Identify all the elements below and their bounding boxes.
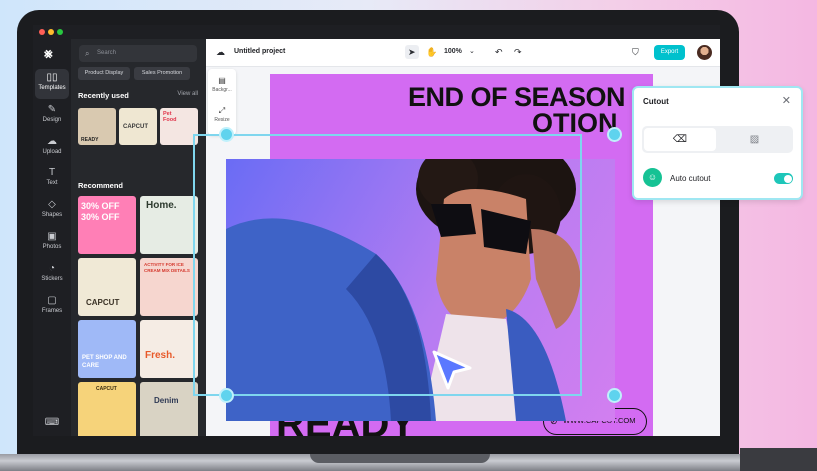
keyboard-icon: ⌨: [44, 417, 60, 428]
recent-thumb-1[interactable]: READY: [78, 108, 116, 145]
maximize-window-button[interactable]: [57, 29, 63, 35]
rail-item-text[interactable]: T Text: [35, 164, 69, 194]
canvas-headline[interactable]: END OF SEASON: [408, 84, 626, 111]
cutout-panel: Cutout ✕ ⌫ ▨ ☺ Auto cutout: [632, 86, 803, 200]
rail-item-stickers[interactable]: ◔ Stickers: [35, 260, 69, 290]
editor-top-bar: ☁ Untitled project ➤ ✋ 100% ⌄ ↶ ↷ ⛉ Expo…: [206, 39, 720, 67]
text-icon: T: [48, 167, 56, 178]
zoom-select[interactable]: 100%: [444, 45, 462, 59]
shapes-icon: ◇: [48, 199, 56, 210]
view-all-link[interactable]: View all: [177, 91, 198, 97]
resize-handle-top-right[interactable]: [607, 127, 622, 142]
canvas-tools: ▤ Backgr... ⤢ Resize: [208, 69, 236, 135]
resize-icon: ⤢: [218, 106, 226, 115]
frames-icon: ▢: [47, 295, 57, 306]
window-titlebar: [33, 25, 720, 39]
redo-icon[interactable]: ↷: [514, 45, 522, 59]
cloud-icon[interactable]: ☁: [216, 45, 225, 59]
resize-handle-bottom-right[interactable]: [607, 388, 622, 403]
templates-icon: ▯▯: [46, 72, 58, 83]
rail-item-photos[interactable]: ▣ Photos: [35, 228, 69, 258]
template-thumb-4[interactable]: ACTIVITY FOR ICE CREAM MIX DETAILS: [140, 258, 198, 316]
upload-icon: ☁: [47, 136, 57, 147]
template-thumb-3[interactable]: CAPCUT: [78, 258, 136, 316]
selection-frame[interactable]: [193, 134, 582, 396]
resize-handle-bottom-left[interactable]: [219, 388, 234, 403]
pointer-icon[interactable]: ➤: [405, 45, 419, 59]
stickers-icon: ◔: [48, 263, 56, 274]
background-tool[interactable]: ▤ Backgr...: [208, 75, 236, 93]
side-rail: ⨳ ▯▯ Templates ✎ Design ☁ Upload T Text …: [33, 39, 71, 436]
template-thumb-8[interactable]: Denim: [140, 382, 198, 436]
template-thumb-5[interactable]: PET SHOP AND CARE: [78, 320, 136, 378]
canvas-headline-line2[interactable]: OTION: [532, 110, 618, 137]
undo-icon[interactable]: ↶: [495, 45, 503, 59]
cutout-mode-toggle: ⌫ ▨: [642, 126, 793, 153]
rail-item-upload[interactable]: ☁ Upload: [35, 133, 69, 163]
background-icon: ▤: [218, 76, 226, 85]
mouse-cursor-icon: [432, 350, 472, 390]
design-icon: ✎: [47, 104, 57, 115]
laptop-base-edge: [740, 448, 817, 471]
templates-panel: ⌕ Search Product Display Sales Promotion…: [71, 39, 206, 436]
eraser-icon[interactable]: ⌫: [644, 128, 716, 151]
resize-handle-top-left[interactable]: [219, 127, 234, 142]
close-window-button[interactable]: [39, 29, 45, 35]
auto-cutout-label: Auto cutout: [670, 174, 711, 183]
chevron-down-icon[interactable]: ⌄: [469, 45, 475, 59]
template-thumb-1[interactable]: 30% OFF 30% OFF: [78, 196, 136, 254]
chip-product-display[interactable]: Product Display: [78, 67, 130, 80]
shield-icon[interactable]: ⛉: [632, 45, 639, 59]
template-thumb-7[interactable]: CAPCUT: [78, 382, 136, 436]
recent-thumb-2[interactable]: CAPCUT: [119, 108, 157, 145]
export-button[interactable]: Export: [654, 45, 685, 60]
photos-icon: ▣: [47, 231, 57, 242]
laptop-notch: [310, 454, 490, 463]
template-thumb-6[interactable]: Fresh.: [140, 320, 198, 378]
search-icon: ⌕: [85, 49, 90, 58]
avatar[interactable]: [697, 45, 712, 60]
rail-item-templates[interactable]: ▯▯ Templates: [35, 69, 69, 99]
recently-used-heading: Recently used: [78, 91, 129, 100]
hand-icon[interactable]: ✋: [426, 45, 437, 59]
capcut-logo-icon[interactable]: ⨳: [44, 45, 53, 62]
template-thumb-2[interactable]: Home.: [140, 196, 198, 254]
chip-sales-promotion[interactable]: Sales Promotion: [134, 67, 190, 80]
recommend-heading: Recommend: [78, 181, 124, 190]
image-icon[interactable]: ▨: [718, 128, 791, 151]
rail-item-frames[interactable]: ▢ Frames: [35, 292, 69, 322]
keyboard-shortcuts-button[interactable]: ⌨: [35, 414, 69, 434]
rail-item-shapes[interactable]: ◇ Shapes: [35, 196, 69, 226]
auto-cutout-icon: ☺: [643, 168, 662, 187]
resize-tool[interactable]: ⤢ Resize: [208, 105, 236, 123]
cutout-title: Cutout: [643, 97, 669, 106]
auto-cutout-toggle[interactable]: [774, 173, 793, 184]
project-title[interactable]: Untitled project: [234, 48, 285, 55]
search-input[interactable]: ⌕ Search: [79, 45, 197, 62]
rail-item-design[interactable]: ✎ Design: [35, 101, 69, 131]
minimize-window-button[interactable]: [48, 29, 54, 35]
close-icon[interactable]: ✕: [782, 94, 791, 107]
